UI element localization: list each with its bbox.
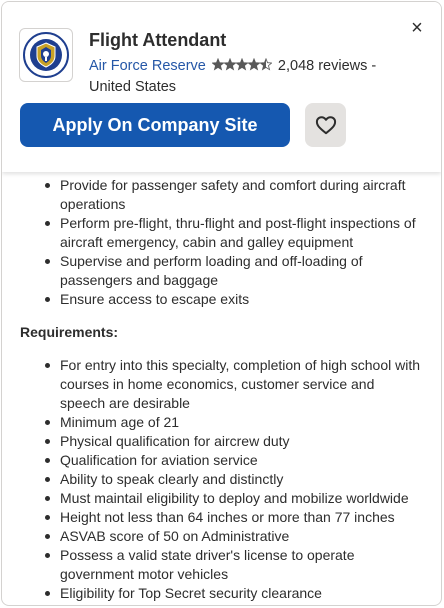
list-item: Perform pre-flight, thru-flight and post… xyxy=(2,214,441,252)
reviews-count[interactable]: 2,048 reviews - xyxy=(278,58,376,74)
heart-icon xyxy=(315,116,336,135)
list-item: For entry into this specialty, completio… xyxy=(2,356,441,413)
list-item: Physical qualification for aircrew duty xyxy=(2,432,441,451)
star xyxy=(235,57,249,71)
list-item: Possess a valid state driver's license t… xyxy=(2,546,441,584)
job-title: Flight Attendant xyxy=(89,30,227,50)
list-item: Height not less than 64 inches or more t… xyxy=(2,508,441,527)
star xyxy=(223,57,237,71)
list-item: Qualification for aviation service xyxy=(2,451,441,470)
star xyxy=(211,57,225,71)
requirements-list: For entry into this specialty, completio… xyxy=(2,356,441,603)
list-item: Eligibility for Top Secret security clea… xyxy=(2,584,441,603)
star xyxy=(247,57,261,71)
job-header: × Flight Attendant Air Force Reserve 2,0… xyxy=(2,2,441,172)
save-job-button[interactable] xyxy=(305,103,346,147)
close-icon[interactable]: × xyxy=(407,18,427,38)
list-item: Minimum age of 21 xyxy=(2,413,441,432)
list-item: ASVAB score of 50 on Administrative xyxy=(2,527,441,546)
list-item: Ensure access to escape exits xyxy=(2,290,441,309)
job-location: United States xyxy=(89,79,177,95)
job-description: Provide for passenger safety and comfort… xyxy=(2,172,441,605)
company-link[interactable]: Air Force Reserve xyxy=(89,58,206,74)
list-item: Supervise and perform loading and off-lo… xyxy=(2,252,441,290)
company-logo xyxy=(19,28,73,82)
air-force-reserve-emblem-icon xyxy=(23,32,69,78)
list-item: Provide for passenger safety and comfort… xyxy=(2,176,441,214)
job-meta: Air Force Reserve 2,048 reviews - United… xyxy=(89,56,389,97)
list-item: Ability to speak clearly and distinctly xyxy=(2,470,441,489)
star xyxy=(259,57,273,71)
star-rating-icon xyxy=(211,57,273,77)
responsibilities-list: Provide for passenger safety and comfort… xyxy=(2,176,441,309)
requirements-heading: Requirements: xyxy=(20,324,119,340)
job-detail-card: × Flight Attendant Air Force Reserve 2,0… xyxy=(1,1,442,606)
apply-on-company-site-button[interactable]: Apply On Company Site xyxy=(20,103,290,147)
list-item: Must maintail eligibility to deploy and … xyxy=(2,489,441,508)
